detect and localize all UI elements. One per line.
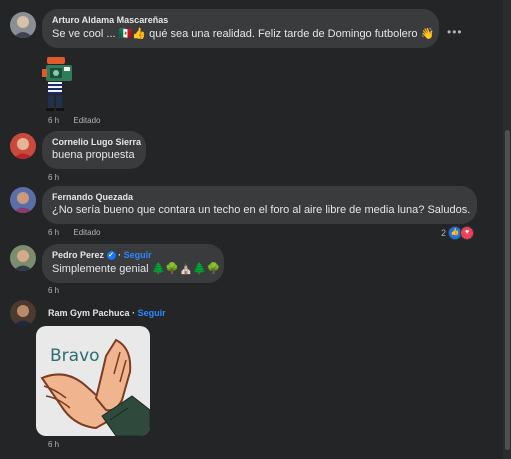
avatar-image — [10, 12, 36, 38]
follow-link[interactable]: Seguir — [124, 250, 152, 260]
avatar-image — [10, 133, 36, 159]
comment-meta: 6 h Editado — [48, 228, 113, 237]
avatar[interactable] — [10, 245, 36, 271]
comment-bubble: Cornelio Lugo Sierra buena propuesta — [42, 131, 146, 169]
avatar[interactable] — [10, 300, 36, 326]
comment-bubble: Fernando Quezada ¿No sería bueno que con… — [42, 186, 477, 224]
sticker-text: Bravo — [50, 346, 100, 366]
comment-time[interactable]: 6 h — [48, 286, 59, 295]
comment-text: Se ve cool ... 🇲🇽👍 qué sea una realidad.… — [52, 28, 435, 40]
avatar-image — [10, 300, 36, 326]
reaction-summary[interactable]: 2 👍 ♥ — [441, 226, 475, 240]
reaction-count: 2 — [441, 228, 447, 238]
comment-author[interactable]: Ram Gym Pachuca — [48, 308, 130, 318]
separator-dot: · — [132, 308, 136, 318]
comment-time[interactable]: 6 h — [48, 228, 59, 237]
clapping-hands-sticker[interactable]: Bravo — [36, 326, 150, 436]
comment-edited: Editado — [73, 116, 101, 125]
comment-edited: Editado — [73, 228, 101, 237]
scrollbar-thumb[interactable] — [505, 130, 510, 450]
comment-author-line: Pedro Perez ✓ · Seguir — [52, 250, 214, 261]
follow-link[interactable]: Seguir — [138, 308, 166, 318]
comment-text: buena propuesta — [52, 149, 135, 161]
comment-meta: 6 h — [48, 286, 71, 295]
scrollbar[interactable] — [503, 0, 511, 459]
avatar[interactable] — [10, 187, 36, 213]
avatar[interactable] — [10, 133, 36, 159]
comment-time[interactable]: 6 h — [48, 173, 59, 182]
comment-author-line: Ram Gym Pachuca · Seguir — [48, 308, 166, 318]
comment-author[interactable]: Fernando Quezada — [52, 192, 467, 202]
comment-text: ¿No sería bueno que contara un techo en … — [52, 204, 471, 216]
comment-meta: 6 h Editado — [48, 116, 113, 125]
avatar-image — [10, 245, 36, 271]
avatar-image — [10, 187, 36, 213]
comment-text: Simplemente genial 🌲🌳⛪🌲🌳 — [52, 263, 221, 276]
verified-badge-icon: ✓ — [106, 251, 116, 261]
comment-author[interactable]: Cornelio Lugo Sierra — [52, 137, 141, 147]
comment-time[interactable]: 6 h — [48, 440, 59, 449]
comment-meta: 6 h — [48, 173, 71, 182]
love-icon: ♥ — [460, 226, 475, 240]
comment-bubble: Arturo Aldama Mascareñas Se ve cool ... … — [42, 9, 439, 48]
comment-bubble: Pedro Perez ✓ · Seguir Simplemente genia… — [42, 244, 224, 283]
comment-author[interactable]: Arturo Aldama Mascareñas — [52, 15, 429, 25]
more-horizontal-icon[interactable]: ••• — [447, 25, 463, 39]
separator-dot: · — [118, 250, 122, 260]
avatar[interactable] — [10, 12, 36, 38]
comment-time[interactable]: 6 h — [48, 116, 59, 125]
comment-meta: 6 h — [48, 440, 71, 449]
comment-author[interactable]: Pedro Perez — [52, 250, 104, 260]
photographer-sticker — [38, 55, 78, 111]
